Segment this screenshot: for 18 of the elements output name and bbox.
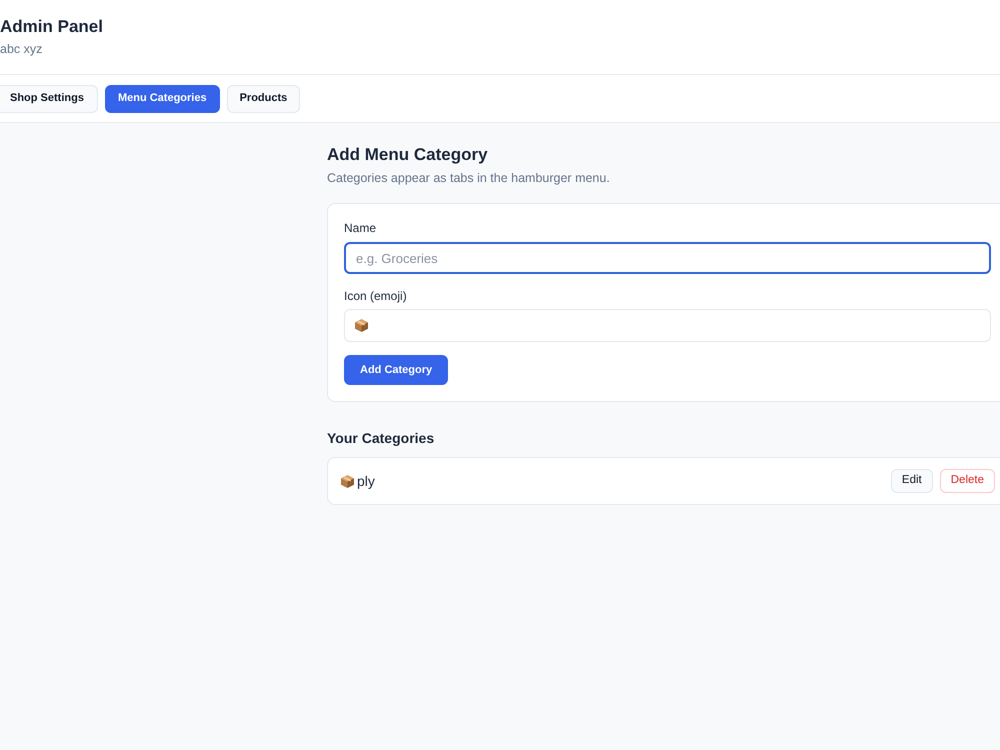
package-icon — [341, 474, 354, 488]
tab[interactable]: Products — [226, 84, 300, 112]
field-label: Name — [344, 220, 378, 236]
emoji-input[interactable] — [344, 309, 991, 342]
name-input[interactable]: e.g. Groceries — [344, 242, 991, 274]
category-name: ply — [357, 472, 375, 491]
package-icon — [355, 319, 368, 332]
edit-button[interactable]: Edit — [890, 469, 933, 493]
tab[interactable]: Shop Settings — [0, 84, 98, 112]
tab[interactable]: Menu Categories — [104, 84, 220, 112]
section-title: Add Menu Category — [327, 144, 489, 166]
page-subtitle: abc xyz — [0, 41, 44, 58]
delete-button[interactable]: Delete — [940, 469, 995, 493]
page-title: Admin Panel — [0, 16, 104, 38]
section-description: Categories appear as tabs in the hamburger menu. — [327, 170, 611, 187]
list-title: Your Categories — [327, 429, 436, 447]
field-label: Icon (emoji) — [344, 288, 408, 304]
add-category-button[interactable]: Add Category — [344, 355, 448, 385]
